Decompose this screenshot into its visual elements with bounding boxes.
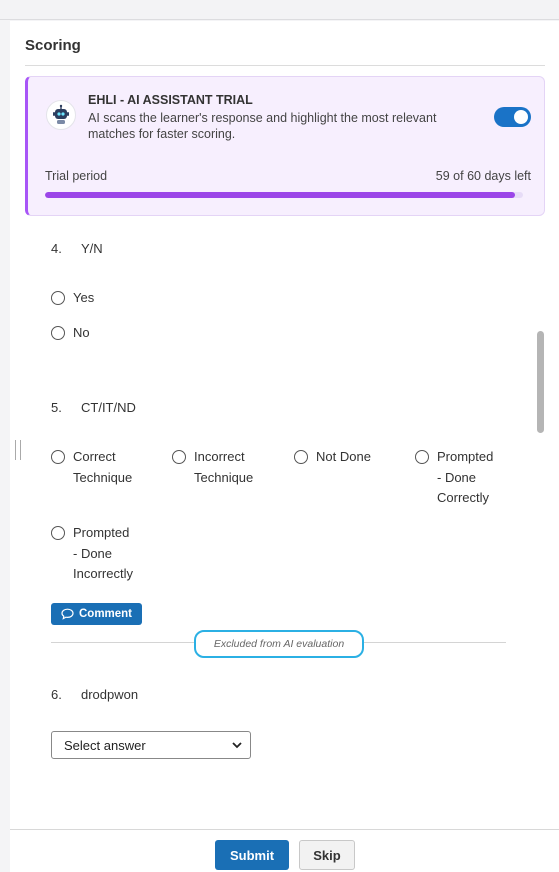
option-not-done[interactable]: Not Done [294,447,371,468]
ai-trial-description: AI scans the learner's response and high… [88,111,437,141]
option-label: Correct Technique [73,449,133,485]
question-text: Y/N [81,241,103,256]
comment-button[interactable]: Comment [51,603,142,625]
question-number: 5. [51,400,62,415]
question-number: 6. [51,687,62,702]
trial-days-left: 59 of 60 days left [435,169,531,183]
radio-button[interactable] [415,450,429,464]
toggle-knob [514,110,528,124]
option-incorrect-technique[interactable]: Incorrect Technique [172,447,253,488]
select-value: Select answer [64,737,146,753]
option-correct-technique[interactable]: Correct Technique [51,447,132,488]
question-card-6: 6. drodpwon [36,670,521,782]
question-text: CT/IT/ND [81,400,136,415]
section-title: Scoring [25,37,81,54]
chevron-down-icon [232,741,242,748]
radio-button[interactable] [51,526,65,540]
ai-trial-title: EHLI - AI ASSISTANT TRIAL [88,93,253,107]
top-strip [0,0,559,20]
option-label: Prompted - Done Incorrectly [73,525,133,581]
comment-label: Comment [78,608,133,620]
option-label: Yes [73,290,95,305]
answer-select[interactable]: Select answer [51,731,251,759]
robot-icon [46,100,76,130]
submit-button[interactable]: Submit [215,840,289,870]
trial-progress-fill [45,192,515,198]
option-label: No [73,325,90,340]
section-divider [25,65,545,66]
option-prompted-done-correctly[interactable]: Prompted - Done Correctly [415,447,493,509]
excluded-from-ai-badge: Excluded from AI evaluation [194,630,364,658]
option-prompted-done-incorrectly[interactable]: Prompted - Done Incorrectly [51,523,133,585]
question-card-4: 4. Y/N Yes No [36,228,521,371]
skip-button[interactable]: Skip [299,840,355,870]
option-label: Prompted - Done Correctly [437,449,494,505]
trial-period-label: Trial period [45,169,108,183]
radio-button[interactable] [51,450,65,464]
trial-progress-bar [45,192,523,198]
ai-assistant-toggle[interactable] [494,107,531,127]
radio-button[interactable] [51,326,65,340]
comment-icon [61,608,74,620]
questions-scroll-area[interactable]: 4. Y/N Yes No 5. CT/IT/ND Correct Techniq… [36,228,521,814]
scrollbar-thumb[interactable] [537,331,544,433]
ai-assistant-card: EHLI - AI ASSISTANT TRIAL AI scans the l… [25,76,545,216]
question-card-next [36,794,521,814]
option-no[interactable]: No [51,323,90,344]
resize-handle[interactable] [15,440,21,460]
option-label: Not Done [316,449,371,464]
radio-button[interactable] [51,291,65,305]
radio-button[interactable] [294,450,308,464]
option-label: Incorrect Technique [194,449,254,485]
question-text: drodpwon [81,687,139,702]
question-number: 4. [51,241,62,256]
option-yes[interactable]: Yes [51,288,94,309]
radio-button[interactable] [172,450,186,464]
